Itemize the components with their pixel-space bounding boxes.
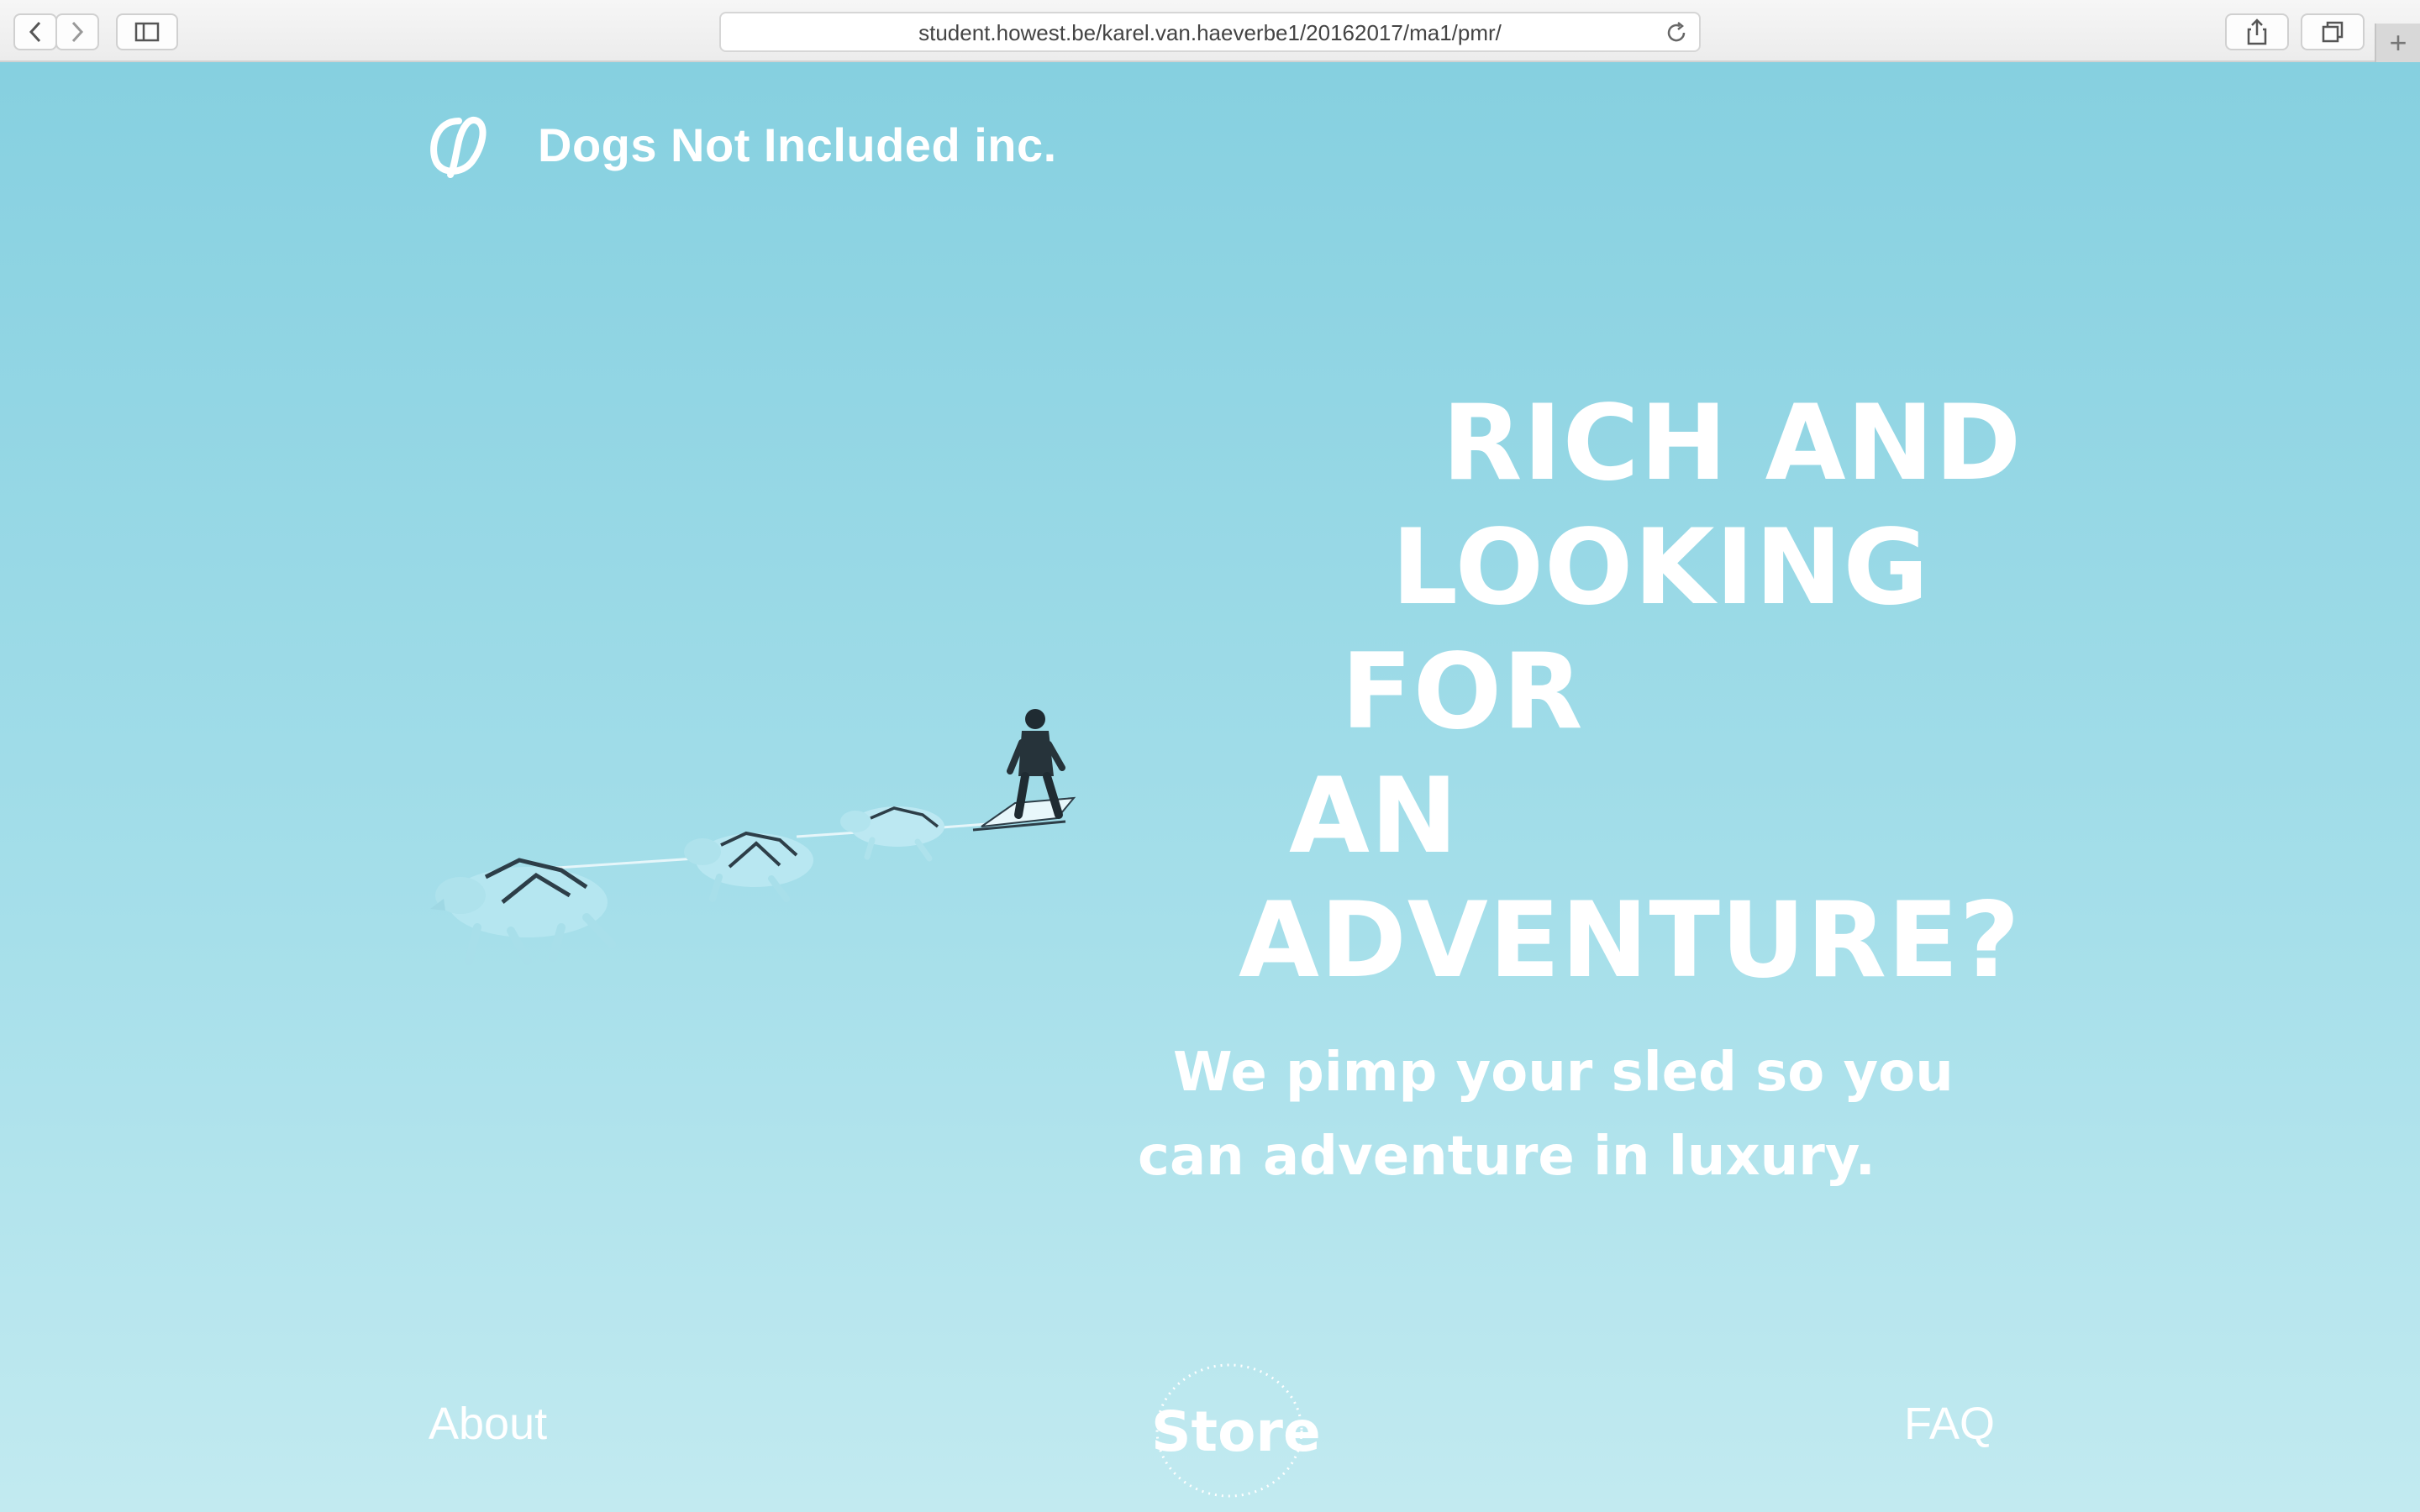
brand-name[interactable]: Dogs Not Included inc. (538, 118, 1057, 172)
share-icon (2247, 18, 2267, 45)
url-text: student.howest.be/karel.van.haeverbe1/20… (918, 20, 1502, 45)
musher (1007, 709, 1065, 819)
headline-line-2: LOOKING (1392, 507, 1930, 628)
tagline-line-2: can adventure in luxury. (1138, 1126, 1876, 1188)
sidebar-toggle-button[interactable] (116, 13, 178, 50)
reload-icon[interactable] (1664, 20, 1689, 45)
lead-dog (430, 858, 616, 965)
tabs-icon (2322, 21, 2344, 43)
headline-line-5: ADVENTURE? (1239, 880, 2021, 1001)
nav-faq-link[interactable]: FAQ (1904, 1398, 1995, 1450)
forward-button[interactable] (55, 13, 99, 50)
headline-line-1: RICH AND (1442, 383, 2023, 504)
new-tab-button[interactable]: + (2375, 24, 2420, 62)
headline-line-4: AN (1289, 756, 1459, 877)
nav-about-link[interactable]: About (429, 1398, 547, 1450)
page-content: Dogs Not Included inc. RICH AND LOOKING … (0, 62, 2420, 1512)
share-button[interactable] (2225, 13, 2289, 50)
tabs-overview-button[interactable] (2301, 13, 2365, 50)
headline-line-3: FOR (1341, 632, 1584, 753)
dog-sled-image (430, 709, 1076, 965)
middle-dog (684, 831, 813, 902)
chevron-left-icon (29, 21, 41, 43)
browser-toolbar: student.howest.be/karel.van.haeverbe1/20… (0, 0, 2420, 62)
tagline-line-1: We pimp your sled so you (1173, 1042, 1954, 1104)
store-label: Store (1151, 1399, 1321, 1464)
plus-icon: + (2389, 25, 2407, 60)
back-button[interactable] (13, 13, 57, 50)
chevron-right-icon (71, 21, 84, 43)
nav-store-link[interactable]: Store (1151, 1361, 1321, 1500)
rear-dog (840, 806, 944, 862)
logo-icon[interactable] (425, 113, 501, 180)
address-bar[interactable]: student.howest.be/karel.van.haeverbe1/20… (719, 12, 1701, 52)
sidebar-icon (134, 22, 160, 42)
